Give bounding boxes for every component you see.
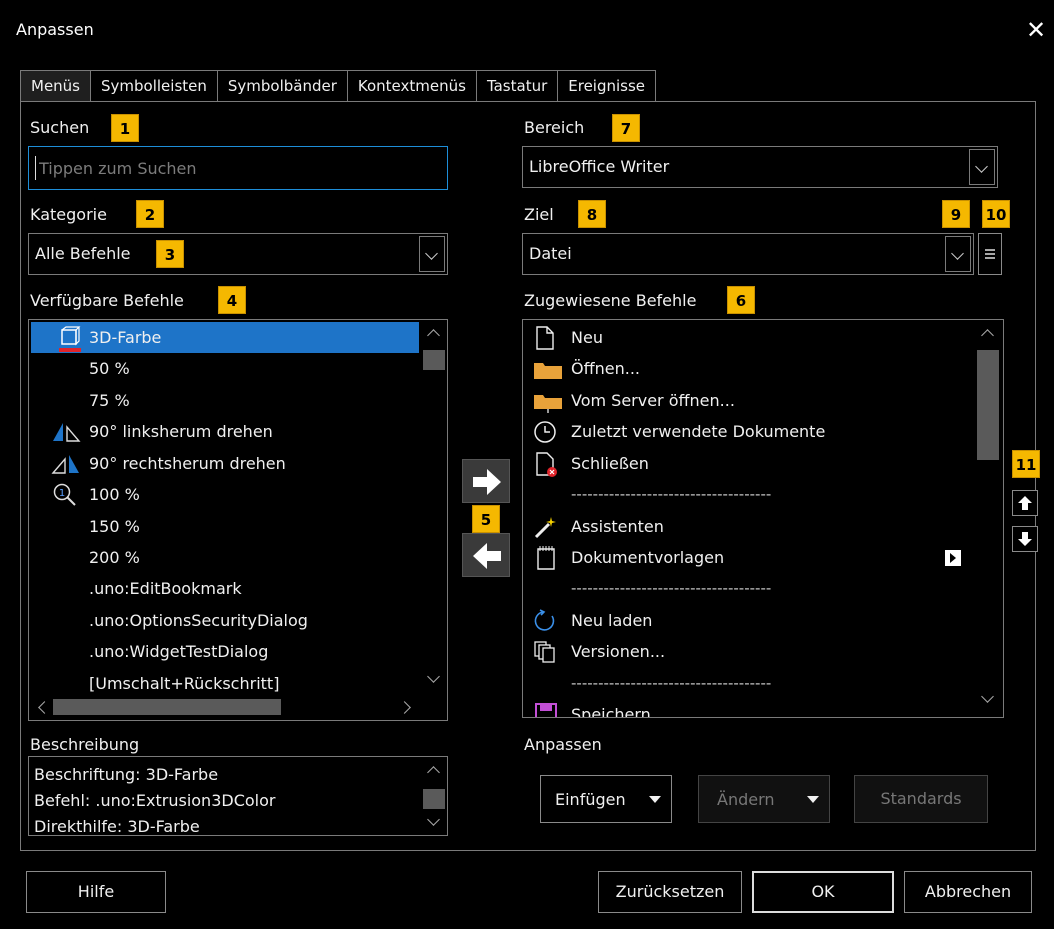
folder-icon — [534, 363, 562, 379]
defaults-button[interactable]: Standards — [854, 775, 988, 823]
3d-color-icon — [59, 326, 81, 352]
callout-badge-9: 9 — [942, 200, 970, 228]
vertical-scrollbar[interactable] — [975, 322, 1001, 714]
new-document-icon — [536, 326, 554, 350]
chevron-down-icon[interactable] — [945, 236, 971, 272]
arrow-up-icon — [1018, 496, 1032, 510]
remote-folder-icon — [534, 395, 562, 413]
chevron-down-icon[interactable] — [969, 149, 995, 185]
scroll-down-icon[interactable] — [980, 692, 994, 706]
callout-badge-2: 2 — [136, 200, 164, 228]
tab-events[interactable]: Ereignisse — [558, 70, 657, 102]
scroll-up-icon[interactable] — [426, 326, 440, 340]
add-command-button[interactable] — [462, 459, 510, 503]
target-menu-button[interactable] — [978, 233, 1002, 275]
callout-badge-6: 6 — [727, 286, 755, 314]
tab-toolbars[interactable]: Symbolleisten — [91, 70, 218, 102]
help-button[interactable]: Hilfe — [26, 871, 166, 913]
scope-select[interactable]: LibreOffice Writer — [522, 146, 998, 188]
callout-badge-7: 7 — [612, 114, 640, 142]
scroll-down-icon[interactable] — [426, 672, 440, 686]
tab-bar: Menüs Symbolleisten Symbolbänder Kontext… — [20, 70, 657, 104]
vertical-scrollbar[interactable] — [421, 322, 447, 696]
close-icon[interactable]: ✕ — [1024, 14, 1048, 46]
customize-label: Anpassen — [524, 735, 602, 754]
callout-badge-10: 10 — [982, 200, 1010, 228]
chevron-down-icon[interactable] — [419, 236, 445, 272]
rotate-right-icon — [51, 455, 79, 474]
scroll-down-icon[interactable] — [426, 815, 440, 829]
callout-badge-5: 5 — [472, 505, 500, 533]
rotate-left-icon — [53, 423, 81, 442]
tab-keyboard[interactable]: Tastatur — [476, 70, 559, 102]
scrollbar-thumb[interactable] — [423, 789, 445, 809]
scope-label: Bereich — [524, 118, 585, 137]
callout-badge-8: 8 — [578, 200, 606, 228]
title-bar — [0, 0, 1054, 62]
callout-badge-3: 3 — [156, 240, 184, 268]
search-input[interactable] — [28, 146, 448, 190]
scope-value: LibreOffice Writer — [529, 157, 670, 176]
svg-text:1: 1 — [59, 488, 65, 499]
dropdown-arrow-icon — [649, 796, 661, 803]
move-down-button[interactable] — [1012, 526, 1038, 552]
callout-badge-11: 11 — [1012, 450, 1040, 478]
description-label: Beschreibung — [30, 735, 140, 754]
dropdown-arrow-icon — [807, 796, 819, 803]
list-item[interactable]: 3D-Farbe — [31, 322, 419, 353]
wizard-wand-icon — [534, 517, 556, 539]
search-label: Suchen — [30, 118, 90, 137]
tab-notebookbars[interactable]: Symbolbänder — [217, 70, 348, 102]
hamburger-menu-icon — [985, 249, 995, 259]
tab-menus[interactable]: Menüs — [20, 70, 91, 104]
scroll-up-icon[interactable] — [426, 763, 440, 777]
scroll-right-icon[interactable] — [399, 700, 413, 714]
reset-button[interactable]: Zurücksetzen — [598, 871, 742, 913]
category-label: Kategorie — [30, 205, 107, 224]
scrollbar-thumb[interactable] — [423, 350, 445, 370]
scrollbar-thumb[interactable] — [977, 350, 999, 460]
save-icon — [535, 703, 557, 717]
assigned-commands-label: Zugewiesene Befehle — [524, 291, 697, 310]
arrow-right-icon — [473, 469, 501, 495]
reload-icon — [534, 609, 555, 631]
insert-button[interactable]: Einfügen — [540, 775, 672, 823]
horizontal-scrollbar[interactable] — [31, 696, 421, 718]
zoom-icon: 1 — [53, 483, 76, 506]
text-caret — [35, 156, 36, 180]
category-select[interactable]: Alle Befehle — [28, 233, 448, 275]
callout-badge-1: 1 — [111, 114, 139, 142]
move-up-button[interactable] — [1012, 490, 1038, 516]
description-box: Beschriftung: 3D-Farbe Befehl: .uno:Extr… — [28, 756, 448, 836]
template-icon — [537, 546, 555, 570]
window-title: Anpassen — [16, 20, 94, 39]
target-select[interactable]: Datei — [522, 233, 974, 275]
clock-icon — [534, 421, 556, 443]
vertical-scrollbar[interactable] — [421, 759, 447, 833]
ok-button[interactable]: OK — [752, 871, 894, 913]
arrow-left-icon — [473, 543, 501, 569]
cancel-button[interactable]: Abbrechen — [904, 871, 1032, 913]
close-document-icon — [536, 452, 557, 477]
available-commands-list[interactable]: 3D-Farbe 50 % 75 % 90° linksherum drehen… — [28, 319, 448, 721]
assigned-commands-list[interactable]: Neu Öffnen... Vom Server öffnen... Zulet… — [522, 319, 1004, 718]
tab-context-menus[interactable]: Kontextmenüs — [347, 70, 477, 102]
target-value: Datei — [529, 244, 572, 263]
category-value: Alle Befehle — [35, 244, 131, 263]
scroll-up-icon[interactable] — [980, 326, 994, 340]
scrollbar-thumb[interactable] — [53, 699, 281, 715]
submenu-arrow-icon — [945, 550, 961, 566]
remove-command-button[interactable] — [462, 533, 510, 577]
versions-icon — [534, 641, 555, 663]
available-commands-label: Verfügbare Befehle — [30, 291, 184, 310]
scroll-left-icon[interactable] — [35, 700, 49, 714]
list-item[interactable]: Dokumentvorlagen — [525, 542, 975, 573]
arrow-down-icon — [1018, 532, 1032, 546]
modify-button[interactable]: Ändern — [698, 775, 830, 823]
target-label: Ziel — [524, 205, 554, 224]
callout-badge-4: 4 — [218, 286, 246, 314]
